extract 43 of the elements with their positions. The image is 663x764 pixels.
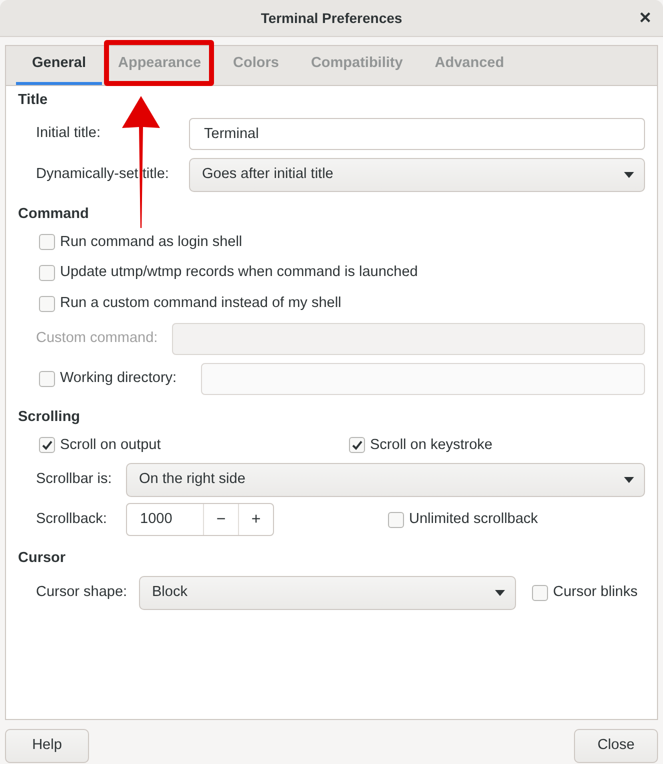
checkmark-icon bbox=[41, 439, 53, 452]
field-label: Scrollback: bbox=[36, 510, 108, 529]
checkbox[interactable] bbox=[388, 512, 404, 528]
dropdown-arrow-icon bbox=[495, 590, 505, 596]
increment-button[interactable]: + bbox=[238, 504, 273, 536]
checkbox[interactable] bbox=[39, 265, 55, 282]
close-button[interactable]: × bbox=[639, 8, 651, 28]
checkbox[interactable] bbox=[39, 437, 55, 454]
dropdown-arrow-icon bbox=[624, 477, 634, 484]
decrement-button[interactable]: − bbox=[203, 504, 238, 536]
field-label: Custom command: bbox=[36, 328, 159, 348]
text-field[interactable]: Terminal bbox=[189, 118, 645, 150]
checkbox-label: Unlimited scrollback bbox=[409, 510, 538, 529]
section-heading: Title bbox=[18, 91, 49, 110]
close-button[interactable]: Close bbox=[574, 729, 658, 763]
checkbox[interactable] bbox=[349, 437, 365, 454]
help-button[interactable]: Help bbox=[5, 729, 89, 763]
checkbox-label: Scroll on keystroke bbox=[370, 436, 492, 454]
checkbox-label: Update utmp/wtmp records when command is launched bbox=[60, 263, 418, 282]
checkbox-label: Cursor blinks bbox=[553, 583, 638, 602]
checkmark-icon bbox=[351, 439, 363, 452]
field-label: Dynamically-set title: bbox=[36, 164, 170, 184]
field-label: Cursor shape: bbox=[36, 583, 128, 602]
window-title: Terminal Preferences bbox=[260, 8, 402, 28]
checkbox-label: Scroll on output bbox=[60, 436, 161, 454]
checkbox-label: Working directory: bbox=[60, 368, 177, 388]
section-heading: Cursor bbox=[18, 549, 67, 568]
field-label: Initial title: bbox=[36, 124, 102, 143]
text-field[interactable] bbox=[201, 362, 645, 395]
checkbox-label: Run a custom command instead of my shell bbox=[60, 294, 342, 313]
dropdown[interactable]: Block bbox=[139, 576, 516, 610]
checkbox[interactable] bbox=[39, 370, 55, 387]
checkbox[interactable] bbox=[532, 585, 548, 601]
field-label: Scrollbar is: bbox=[36, 470, 113, 490]
dropdown-arrow-icon bbox=[624, 172, 634, 178]
checkbox[interactable] bbox=[39, 234, 55, 250]
section-heading: Command bbox=[18, 204, 90, 224]
checkbox-label: Run command as login shell bbox=[60, 232, 242, 252]
spin-field[interactable]: 1000 − + bbox=[126, 503, 274, 536]
checkbox[interactable] bbox=[39, 296, 55, 312]
dropdown[interactable]: Goes after initial title bbox=[189, 158, 645, 192]
section-heading: Scrolling bbox=[18, 408, 82, 427]
dropdown[interactable]: On the right side bbox=[126, 463, 645, 498]
